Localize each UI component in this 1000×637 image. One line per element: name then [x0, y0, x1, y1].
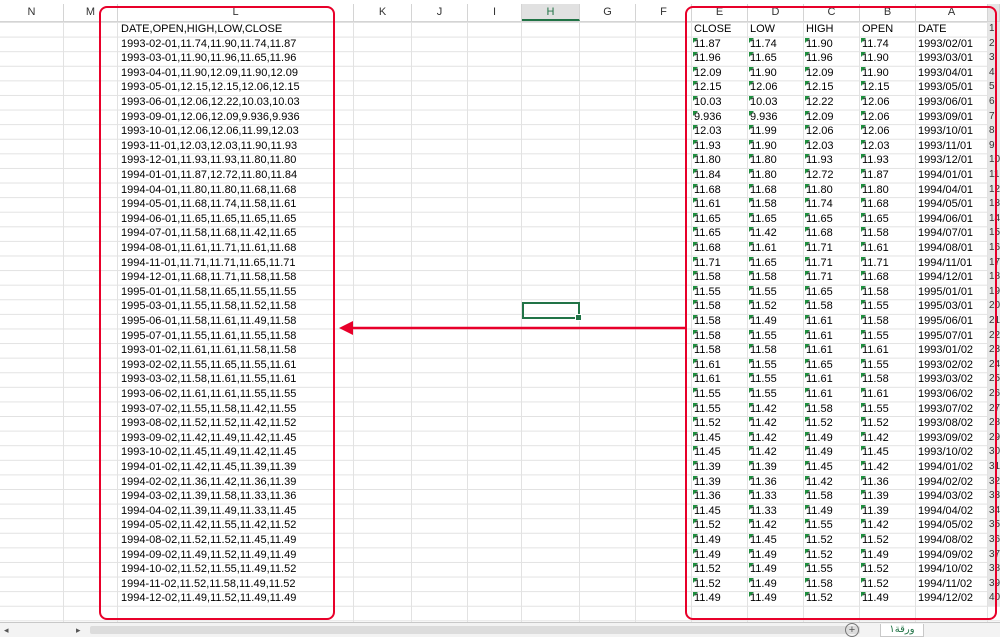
col-header-f[interactable]: F — [636, 4, 692, 21]
col-header-k[interactable]: K — [354, 4, 412, 21]
add-sheet-button[interactable]: + — [845, 623, 859, 637]
col-header-g[interactable]: G — [580, 4, 636, 21]
highlight-box-left — [99, 6, 335, 620]
col-header-j[interactable]: J — [412, 4, 468, 21]
sheet-tab[interactable]: ورقة١ — [880, 624, 924, 637]
red-arrow-icon — [339, 321, 685, 335]
col-header-n[interactable]: N — [0, 4, 64, 21]
col-header-h[interactable]: H — [522, 4, 580, 21]
col-header-i[interactable]: I — [468, 4, 522, 21]
horizontal-scrollbar[interactable] — [90, 626, 860, 634]
scroll-right-icon[interactable]: ▸ — [76, 624, 81, 636]
scroll-left-icon[interactable]: ◂ — [4, 624, 9, 636]
highlight-box-right — [685, 6, 997, 620]
